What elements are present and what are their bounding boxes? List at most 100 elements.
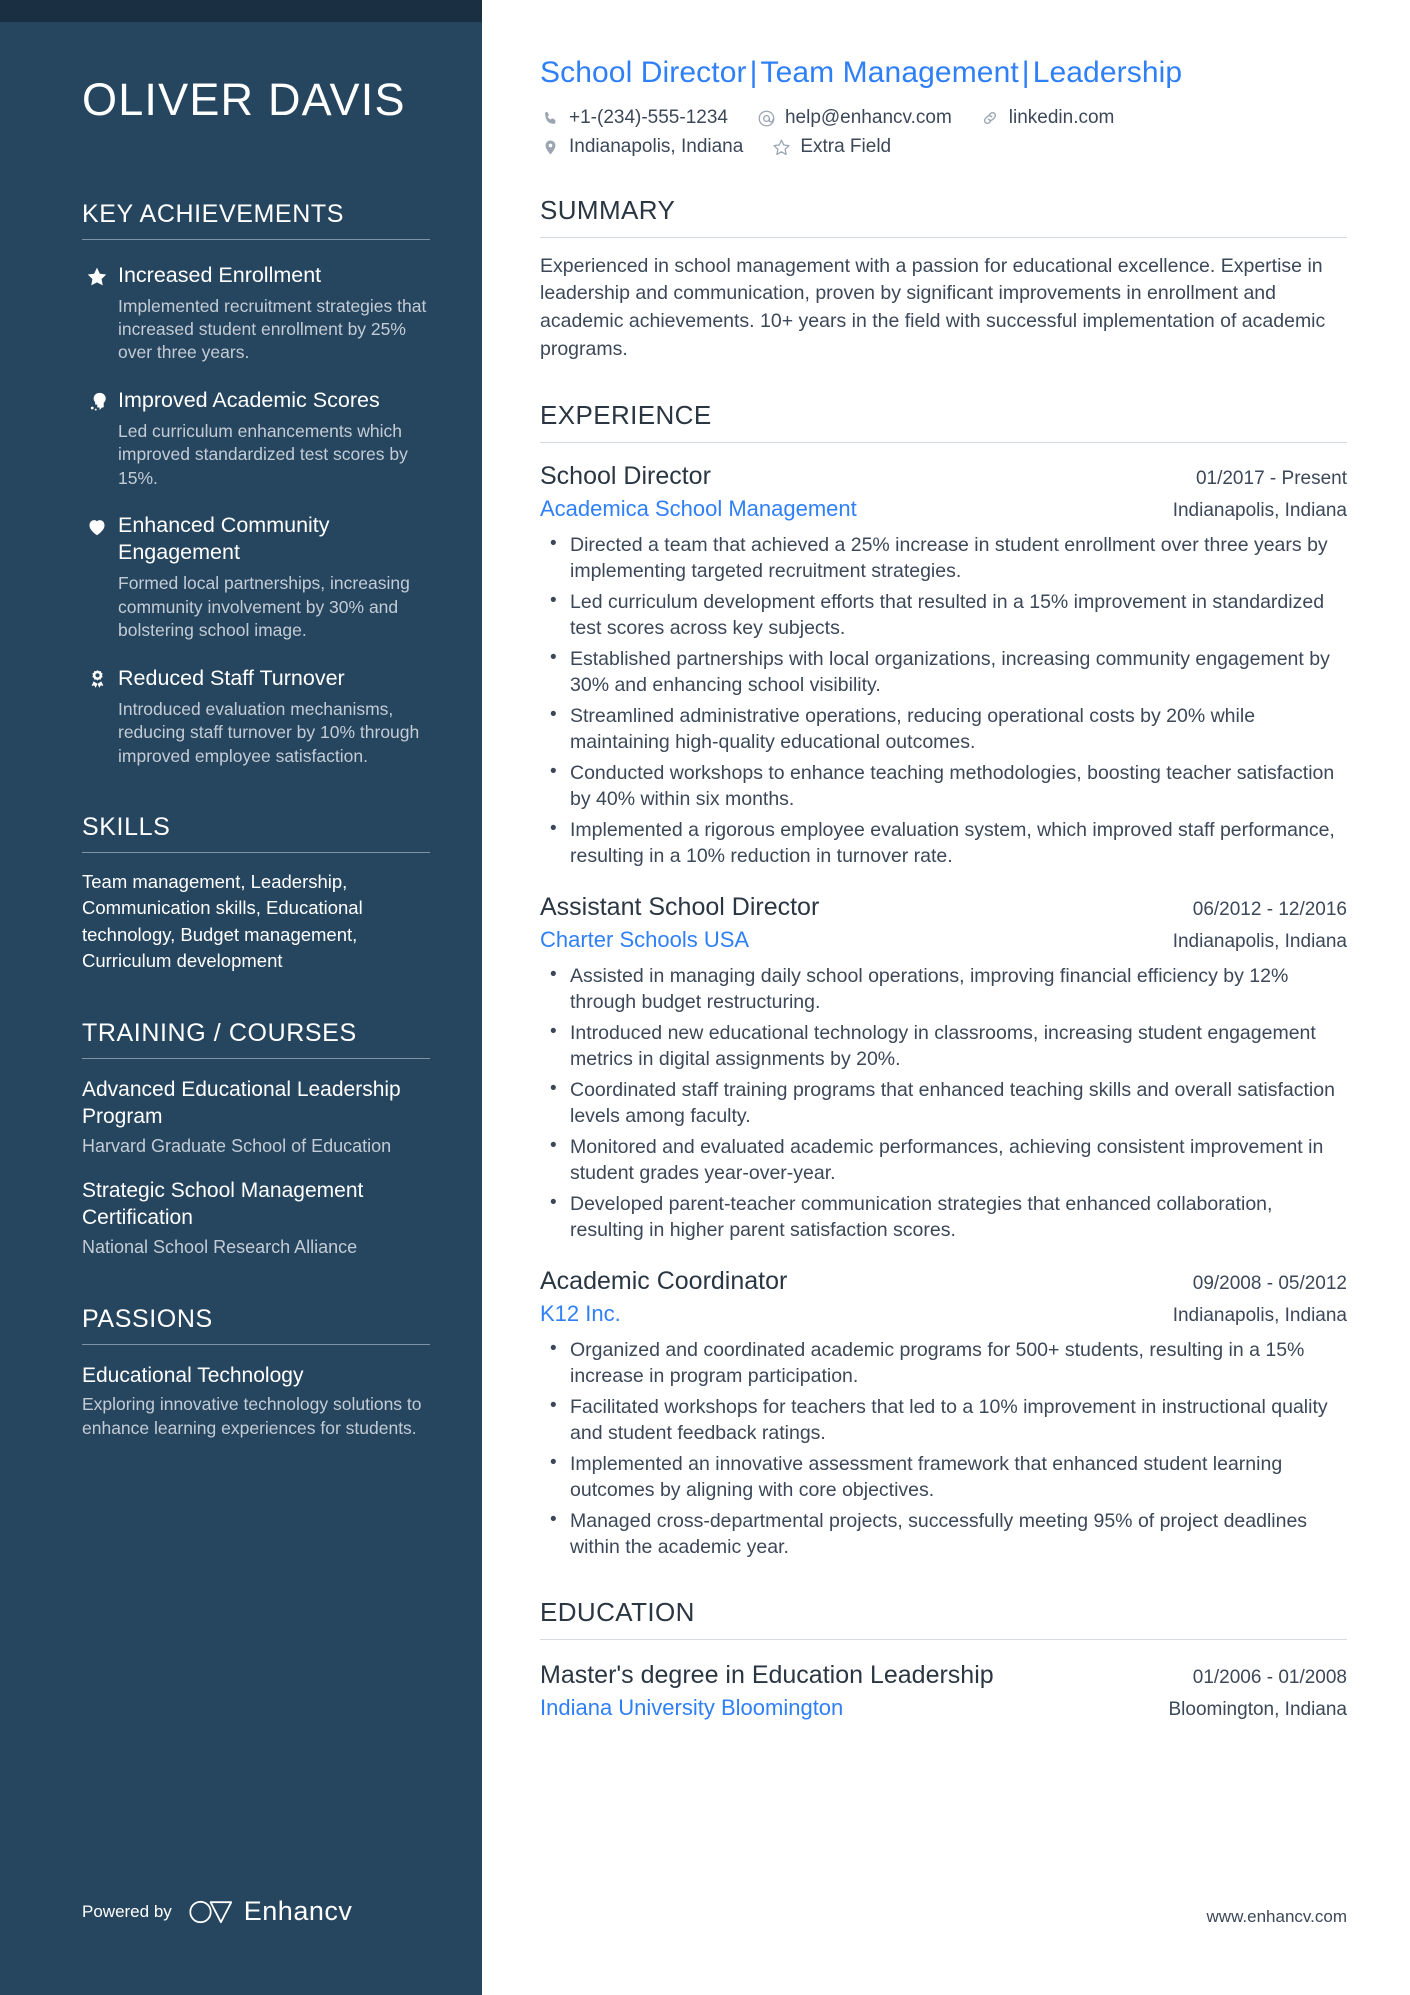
job-bullet: Introduced new educational technology in… [550, 1019, 1347, 1073]
divider [82, 852, 430, 854]
job-bullet: Established partnerships with local orga… [550, 645, 1347, 699]
divider [540, 441, 1347, 443]
job-location: Indianapolis, Indiana [1172, 1305, 1347, 1326]
site-url-footer: www.enhancv.com [1206, 1907, 1347, 1926]
divider [82, 238, 430, 240]
skills-list: Team management, Leadership, Communicati… [82, 871, 363, 971]
divider [540, 1638, 1347, 1640]
contact-location: Indianapolis, Indiana [540, 136, 743, 159]
job-bullet: Led curriculum development efforts that … [550, 588, 1347, 642]
key-achievements-heading: KEY ACHIEVEMENTS [82, 199, 344, 228]
section-passions: PASSIONS Educational Technology Explorin… [82, 1304, 430, 1441]
achievement-title: Reduced Staff Turnover [118, 665, 345, 690]
divider [540, 236, 1347, 238]
job-dates: 06/2012 - 12/2016 [1192, 898, 1347, 920]
job-bullet: Streamlined administrative operations, r… [550, 702, 1347, 756]
course-item: Strategic School Management Certificatio… [82, 1178, 430, 1259]
achievement-title: Enhanced Community Engagement [118, 513, 330, 565]
course-institution: Harvard Graduate School of Education [82, 1135, 392, 1156]
job-dates: 01/2017 - Present [1195, 467, 1347, 489]
achievement-title: Improved Academic Scores [118, 387, 380, 412]
section-education: EDUCATION Master's degree in Education L… [540, 1597, 1347, 1723]
contact-email[interactable]: help@enhancv.com [756, 107, 952, 130]
experience-title-row: Assistant School Director 06/2012 - 12/2… [540, 892, 1347, 923]
skills-heading: SKILLS [82, 813, 171, 842]
contact-row-2: Indianapolis, Indiana Extra Field [540, 136, 1347, 159]
job-location: Indianapolis, Indiana [1172, 499, 1347, 521]
job-bullet-list: Organized and coordinated academic progr… [540, 1336, 1347, 1561]
divider [82, 1343, 430, 1345]
achievement-description: Introduced evaluation mechanisms, reduci… [118, 698, 420, 766]
achievement-item: Increased Enrollment Implemented recruit… [82, 262, 430, 365]
achievement-item: Improved Academic Scores Led curriculum … [82, 387, 430, 490]
education-degree-row: Master's degree in Education Leadership … [540, 1660, 1347, 1691]
enhancv-wordmark: Enhancv [243, 1896, 353, 1926]
passions-heading: PASSIONS [82, 1304, 213, 1333]
sidebar: OLIVER DAVIS KEY ACHIEVEMENTS Increased … [0, 0, 482, 1995]
job-company[interactable]: K12 Inc. [540, 1300, 621, 1329]
star-icon [82, 266, 112, 288]
location-pin-icon [540, 139, 561, 156]
experience-company-row: K12 Inc. Indianapolis, Indiana [540, 1300, 1347, 1329]
experience-company-row: Charter Schools USA Indianapolis, Indian… [540, 926, 1347, 955]
contact-linkedin-value: linkedin.com [1008, 107, 1115, 128]
job-bullet: Coordinated staff training programs that… [550, 1076, 1347, 1130]
contact-extra-field: Extra Field [771, 136, 891, 159]
job-dates: 09/2008 - 05/2012 [1192, 1272, 1347, 1294]
sidebar-top-band [0, 0, 482, 22]
passion-item: Educational Technology Exploring innovat… [82, 1363, 430, 1441]
section-experience: EXPERIENCE School Director 01/2017 - Pre… [540, 400, 1347, 1561]
job-bullet: Conducted workshops to enhance teaching … [550, 759, 1347, 813]
job-bullet-list: Directed a team that achieved a 25% incr… [540, 531, 1347, 870]
job-bullet-list: Assisted in managing daily school operat… [540, 962, 1347, 1244]
section-training-courses: TRAINING / COURSES Advanced Educational … [82, 1018, 430, 1260]
powered-by-label: Powered by [82, 1901, 172, 1921]
achievement-item: Enhanced Community Engagement Formed loc… [82, 512, 430, 642]
section-summary: SUMMARY Experienced in school management… [540, 195, 1347, 364]
enhancv-mark-icon [188, 1899, 234, 1925]
contact-block: +1-(234)-555-1234 help@enhancv.com linke… [540, 107, 1347, 159]
achievement-description: Implemented recruitment strategies that … [118, 295, 427, 363]
contact-row-1: +1-(234)-555-1234 help@enhancv.com linke… [540, 107, 1347, 130]
job-company[interactable]: Charter Schools USA [540, 926, 749, 955]
at-email-icon [756, 109, 777, 128]
job-bullet: Facilitated workshops for teachers that … [550, 1393, 1347, 1447]
job-location: Indianapolis, Indiana [1172, 931, 1347, 952]
course-title: Strategic School Management Certificatio… [82, 1179, 364, 1230]
section-key-achievements: KEY ACHIEVEMENTS Increased Enrollment Im… [82, 199, 430, 769]
contact-phone[interactable]: +1-(234)-555-1234 [540, 107, 728, 130]
contact-phone-value: +1-(234)-555-1234 [569, 107, 728, 128]
experience-item: School Director 01/2017 - Present Academ… [540, 461, 1347, 870]
contact-extra-field-value: Extra Field [800, 135, 892, 157]
passion-description: Exploring innovative technology solution… [82, 1394, 422, 1439]
job-bullet: Developed parent-teacher communication s… [550, 1190, 1347, 1244]
achievement-description: Formed local partnerships, increasing co… [118, 573, 410, 641]
summary-heading: SUMMARY [540, 194, 676, 225]
experience-company-row: Academica School Management Indianapolis… [540, 495, 1347, 524]
job-bullet: Implemented an innovative assessment fra… [550, 1450, 1347, 1504]
education-heading: EDUCATION [540, 1596, 695, 1627]
course-institution: National School Research Alliance [82, 1236, 358, 1257]
phone-icon [540, 110, 561, 127]
star-outline-icon [771, 138, 792, 157]
contact-linkedin[interactable]: linkedin.com [980, 107, 1115, 130]
job-company[interactable]: Academica School Management [540, 495, 857, 524]
job-bullet: Managed cross-departmental projects, suc… [550, 1507, 1347, 1561]
achievement-item: Reduced Staff Turnover Introduced evalua… [82, 665, 430, 768]
headline-part-3: Leadership [1032, 56, 1183, 89]
course-item: Advanced Educational Leadership Program … [82, 1077, 430, 1158]
experience-item: Academic Coordinator 09/2008 - 05/2012 K… [540, 1266, 1347, 1561]
experience-heading: EXPERIENCE [540, 399, 712, 430]
training-heading: TRAINING / COURSES [82, 1019, 357, 1048]
enhancv-logo: Enhancv [188, 1896, 353, 1927]
headline-separator: | [1021, 56, 1030, 89]
headline-part-1: School Director [540, 56, 747, 89]
job-title: School Director [540, 461, 711, 490]
education-item: Master's degree in Education Leadership … [540, 1660, 1347, 1723]
job-bullet: Organized and coordinated academic progr… [550, 1336, 1347, 1390]
education-school[interactable]: Indiana University Bloomington [540, 1694, 843, 1723]
main-content: School Director | Team Management | Leadersh… [482, 0, 1410, 1995]
head-idea-icon [82, 391, 112, 412]
job-bullet: Monitored and evaluated academic perform… [550, 1133, 1347, 1187]
headline-separator: | [749, 56, 758, 89]
